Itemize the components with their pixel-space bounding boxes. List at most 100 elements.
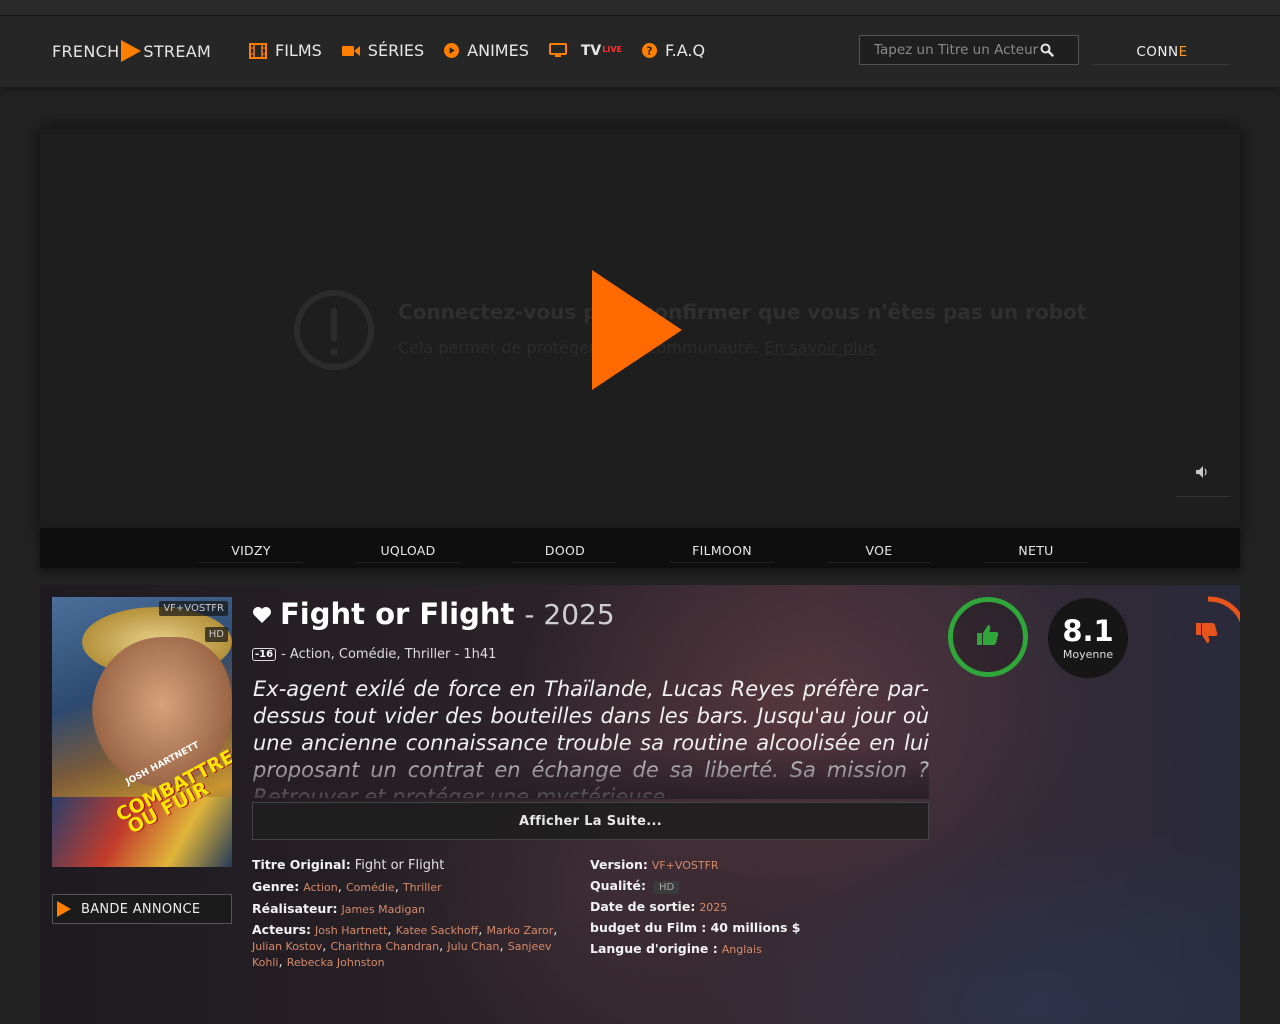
site-header: FRENCH STREAM FILMS SÉRIES ANIMES TV LIV… [0, 16, 1280, 88]
actor-link[interactable]: Julu Chan [447, 940, 499, 953]
login-label-accent: E [1178, 44, 1188, 60]
main-nav: FILMS SÉRIES ANIMES TV LIVE ? F.A.Q [249, 41, 725, 60]
logo-text-right: STREAM [143, 41, 212, 61]
rating-label: Moyenne [1062, 647, 1114, 661]
logo-text-left: FRENCH [52, 41, 120, 61]
tv-icon [548, 43, 567, 58]
actor-link[interactable]: Marko Zaror [486, 924, 553, 937]
nav-films[interactable]: FILMS [249, 41, 322, 60]
version-badge: VF+VOSTFR [159, 601, 228, 616]
actors-label: Acteurs: [252, 922, 312, 937]
like-button[interactable] [948, 597, 1028, 677]
actor-link[interactable]: Josh Hartnett [315, 924, 387, 937]
server-tab-netu[interactable]: NETU [984, 543, 1088, 563]
rating-value: 8.1 [1062, 613, 1114, 648]
director-label: Réalisateur: [252, 901, 338, 916]
trailer-label: BANDE ANNONCE [81, 901, 201, 917]
actor-link[interactable]: Julian Kostov [252, 940, 322, 953]
quality-badge: HD [204, 627, 228, 642]
nav-animes[interactable]: ANIMES [444, 41, 529, 60]
server-tab-voe[interactable]: VOE [827, 543, 931, 563]
show-more-button[interactable]: Afficher La Suite... [252, 802, 929, 840]
nav-animes-label: ANIMES [467, 41, 529, 60]
version-label: Version: [590, 857, 648, 872]
top-strip [0, 0, 1280, 16]
release-value[interactable]: 2025 [699, 901, 727, 914]
movie-genres-duration: - Action, Comédie, Thriller - 1h41 [281, 647, 497, 662]
server-tab-uqload[interactable]: UQLOAD [356, 543, 460, 563]
language-row: Langue d'origine : Anglais [590, 941, 800, 956]
heart-icon[interactable] [252, 605, 272, 630]
genre-link[interactable]: Comédie [346, 881, 395, 894]
film-icon [249, 42, 267, 59]
search-icon[interactable] [1040, 42, 1054, 61]
search-input[interactable] [874, 42, 1044, 58]
release-row: Date de sortie: 2025 [590, 899, 800, 914]
director-row: Réalisateur: James Madigan [252, 901, 582, 916]
actor-link[interactable]: Rebecka Johnston [287, 956, 385, 969]
age-rating-badge: -16 [252, 648, 277, 661]
actor-link[interactable]: Katee Sackhoff [396, 924, 479, 937]
movie-info-card: JOSH HARTNETT COMBATTRE OU FUIR VF+VOSTF… [40, 585, 1240, 1024]
volume-track[interactable] [1176, 496, 1230, 497]
synopsis-fade [253, 745, 929, 799]
warning-icon [294, 290, 374, 370]
quality-label: Qualité: [590, 878, 646, 893]
language-value[interactable]: Anglais [722, 943, 762, 956]
nav-series-label: SÉRIES [367, 41, 425, 60]
genre-row: Genre: Action, Comédie, Thriller [252, 879, 442, 895]
play-circle-icon [444, 43, 460, 58]
budget-row: budget du Film : 40 millions $ [590, 920, 800, 935]
svg-text:?: ? [647, 45, 653, 57]
original-title-row: Titre Original: Fight or Flight [252, 857, 582, 873]
nav-tv[interactable]: TV LIVE [548, 42, 622, 59]
search-box [859, 35, 1079, 65]
captcha-title: Connectez-vous pour confirmer que vous n… [398, 300, 1087, 324]
thumbs-up-icon [976, 624, 1000, 650]
video-player[interactable]: Connectez-vous pour confirmer que vous n… [40, 128, 1240, 528]
genre-link[interactable]: Thriller [403, 881, 442, 894]
dislike-button[interactable] [1168, 595, 1240, 675]
nav-faq-label: F.A.Q [665, 41, 706, 60]
server-tab-filmoon[interactable]: FILMOON [670, 543, 774, 563]
genre-label: Genre: [252, 879, 300, 894]
movie-year: - 2025 [524, 598, 615, 631]
movie-poster: JOSH HARTNETT COMBATTRE OU FUIR VF+VOSTF… [52, 597, 232, 867]
director-link[interactable]: James Madigan [341, 903, 425, 916]
movie-meta: -16 - Action, Comédie, Thriller - 1h41 [252, 647, 496, 662]
nav-films-label: FILMS [275, 41, 322, 60]
play-icon[interactable] [592, 270, 682, 390]
nav-series[interactable]: SÉRIES [341, 41, 425, 60]
language-label: Langue d'origine : [590, 941, 718, 956]
actors-row: Acteurs: Josh Hartnett, Katee Sackhoff, … [252, 922, 558, 970]
live-badge: LIVE [602, 45, 622, 54]
budget-label: budget du Film : 40 millions $ [590, 920, 801, 935]
site-logo[interactable]: FRENCH STREAM [52, 40, 211, 62]
details-left: Titre Original: Fight or Flight Genre: A… [252, 857, 582, 976]
actor-link[interactable]: Charithra Chandran [330, 940, 439, 953]
quality-value: HD [653, 881, 680, 894]
details-right: Version: VF+VOSTFR Qualité: HD Date de s… [590, 857, 800, 962]
movie-title: Fight or Flight [280, 597, 515, 631]
release-label: Date de sortie: [590, 899, 696, 914]
nav-tv-label: TV [580, 42, 602, 59]
server-tab-dood[interactable]: DOOD [513, 543, 617, 563]
version-row: Version: VF+VOSTFR [590, 857, 800, 872]
play-icon [57, 901, 71, 917]
server-tab-vidzy[interactable]: VIDZY [199, 543, 303, 563]
version-value[interactable]: VF+VOSTFR [652, 859, 719, 872]
quality-row: Qualité: HD [590, 878, 800, 894]
volume-icon[interactable] [1196, 466, 1210, 481]
genre-link[interactable]: Action [303, 881, 337, 894]
login-button[interactable]: CONNE [1094, 44, 1230, 65]
nav-faq[interactable]: ? F.A.Q [642, 41, 705, 60]
thumbs-down-icon [1196, 623, 1218, 643]
original-title-value: Fight or Flight [354, 858, 445, 873]
trailer-button[interactable]: BANDE ANNONCE [52, 894, 232, 924]
logo-play-icon [121, 40, 142, 62]
captcha-learn-more-link[interactable]: En savoir plus [764, 338, 876, 357]
original-title-label: Titre Original: [252, 857, 351, 872]
login-label: CONN [1136, 44, 1179, 60]
video-camera-icon [341, 44, 360, 58]
movie-title-row: Fight or Flight - 2025 [252, 597, 615, 631]
